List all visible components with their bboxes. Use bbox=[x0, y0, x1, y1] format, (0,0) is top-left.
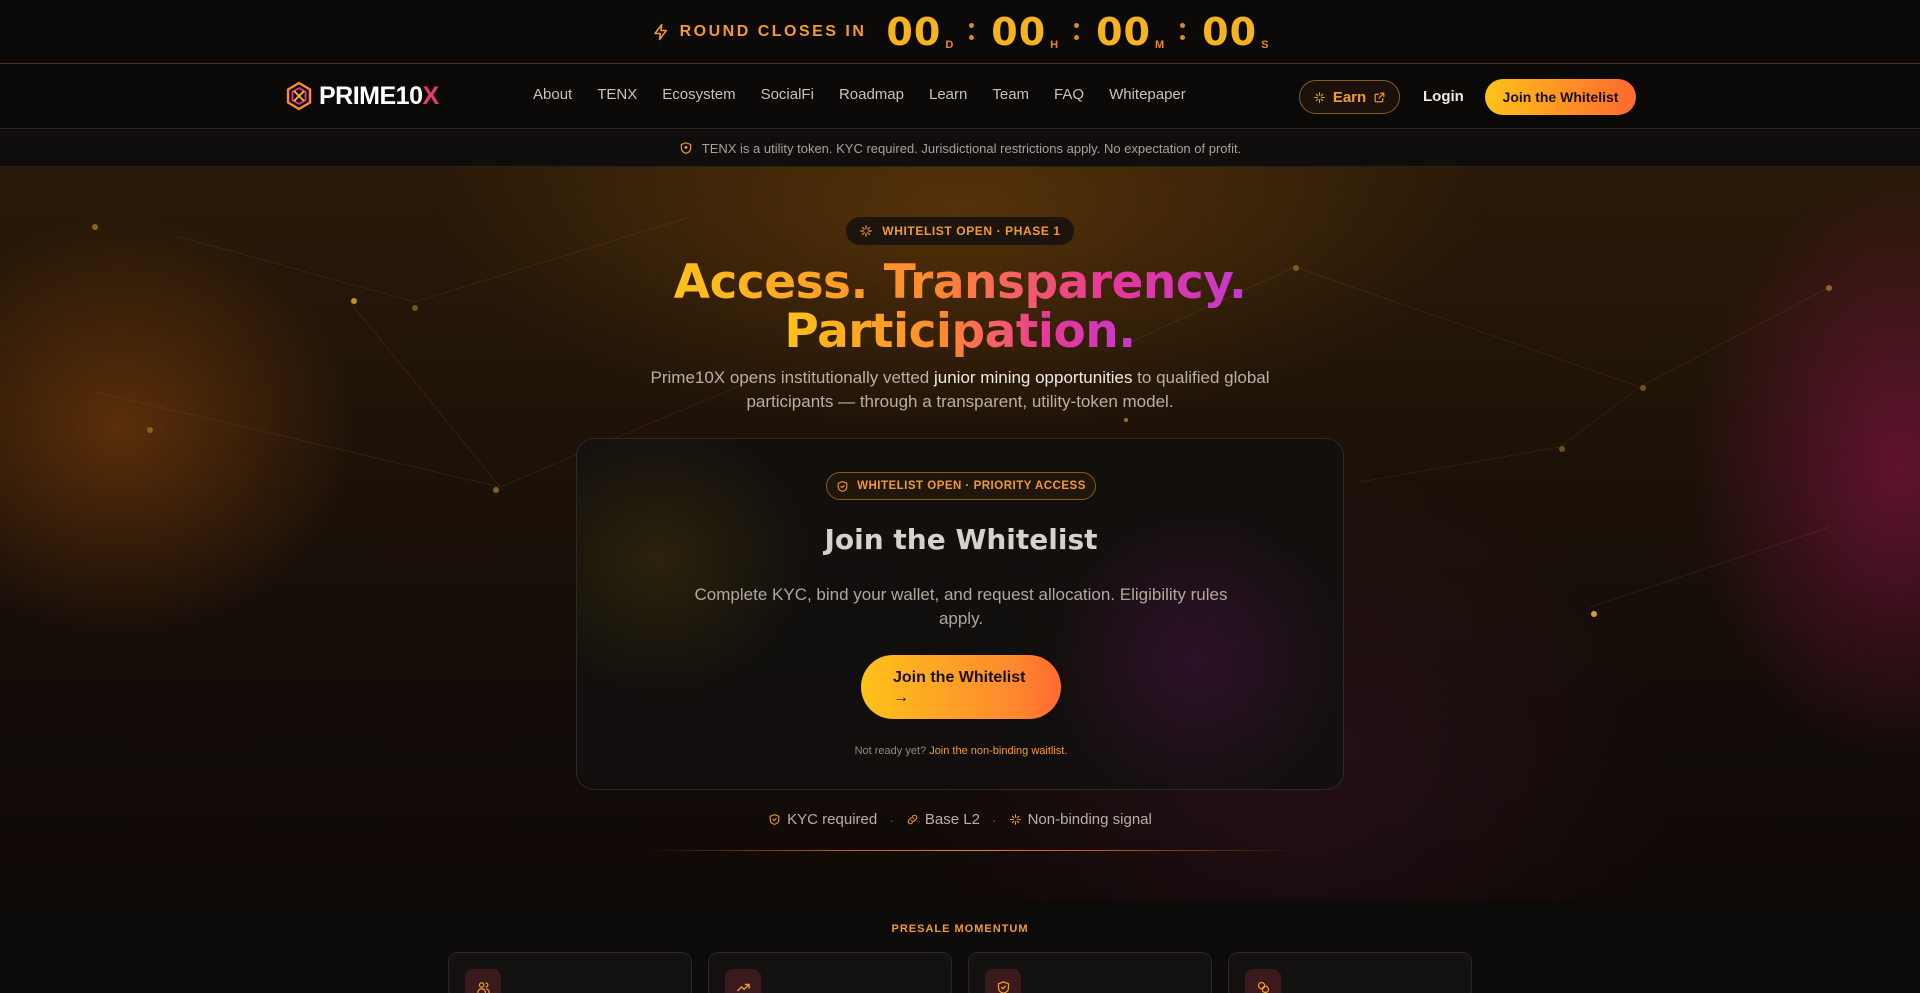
sparkle-icon bbox=[1009, 814, 1021, 825]
whitelist-card: WHITELIST OPEN · PRIORITY ACCESS Join th… bbox=[576, 438, 1344, 790]
nav-link-roadmap[interactable]: Roadmap bbox=[839, 86, 904, 103]
join-whitelist-button[interactable]: Join the Whitelist → bbox=[861, 655, 1061, 719]
countdown-days-suffix: D bbox=[945, 38, 954, 51]
disclaimer-bar: TENX is a utility token. KYC required. J… bbox=[0, 130, 1920, 167]
trust-item-kyc-label: KYC required bbox=[787, 811, 878, 828]
shield-check-icon bbox=[837, 480, 848, 492]
countdown-separator bbox=[1180, 23, 1186, 40]
countdown-seconds-suffix: S bbox=[1261, 38, 1269, 51]
join-whitelist-nav-button[interactable]: Join the Whitelist bbox=[1485, 79, 1636, 115]
presale-momentum-section: PRESALE MOMENTUM bbox=[0, 900, 1920, 993]
waitlist-link[interactable]: Join the non-binding waitlist. bbox=[929, 745, 1067, 757]
shield-icon bbox=[680, 142, 691, 154]
countdown-days-value: 00 bbox=[886, 9, 942, 54]
nav-link-about[interactable]: About bbox=[533, 86, 572, 103]
nav-link-faq[interactable]: FAQ bbox=[1054, 86, 1084, 103]
hero-section: WHITELIST OPEN · PHASE 1 Access. Transpa… bbox=[0, 167, 1920, 900]
trust-separator: · bbox=[889, 811, 894, 828]
coins-icon bbox=[1245, 969, 1281, 993]
hero-headline-line2: Participation. bbox=[0, 308, 1920, 355]
nav-link-ecosystem[interactable]: Ecosystem bbox=[662, 86, 735, 103]
countdown-bar: ROUND CLOSES IN 00 D 00 H 00 M 00 S bbox=[0, 0, 1920, 64]
sparkle-icon bbox=[1313, 91, 1325, 103]
earn-button[interactable]: Earn bbox=[1299, 80, 1400, 114]
join-whitelist-button-label: Join the Whitelist bbox=[893, 669, 1026, 686]
countdown-label: ROUND CLOSES IN bbox=[652, 23, 867, 41]
countdown-seconds-value: 00 bbox=[1202, 9, 1258, 54]
shield-check-icon bbox=[985, 969, 1021, 993]
priority-access-badge: WHITELIST OPEN · PRIORITY ACCESS bbox=[826, 472, 1096, 500]
nav-links: About TENX Ecosystem SocialFi Roadmap Le… bbox=[533, 86, 1211, 103]
stat-card bbox=[968, 952, 1212, 993]
countdown-separator bbox=[1074, 23, 1080, 40]
trust-item-signal-label: Non-binding signal bbox=[1027, 811, 1152, 828]
logo-text: PRIME10X bbox=[319, 82, 439, 111]
trust-item-base: Base L2 bbox=[906, 811, 980, 828]
hero-headline-line1: Access. Transparency. bbox=[0, 259, 1920, 306]
card-title: Join the Whitelist bbox=[824, 523, 1098, 556]
card-description: Complete KYC, bind your wallet, and requ… bbox=[694, 585, 1228, 628]
countdown-label-text: ROUND CLOSES IN bbox=[679, 22, 867, 40]
shield-check-icon bbox=[769, 814, 780, 825]
nav-link-tenx[interactable]: TENX bbox=[597, 86, 637, 103]
hero-headline-line1-text: Access. Transparency. bbox=[673, 255, 1247, 310]
external-link-icon bbox=[1374, 92, 1385, 102]
login-button[interactable]: Login bbox=[1423, 88, 1464, 105]
priority-access-badge-text: WHITELIST OPEN · PRIORITY ACCESS bbox=[857, 480, 1086, 492]
nav-link-team[interactable]: Team bbox=[992, 86, 1029, 103]
phase-pill-text: WHITELIST OPEN · PHASE 1 bbox=[882, 224, 1061, 238]
stat-card bbox=[708, 952, 952, 993]
countdown-minutes: 00 M bbox=[1096, 13, 1164, 51]
waitlist-note-prefix: Not ready yet? bbox=[854, 745, 930, 757]
phase-pill: WHITELIST OPEN · PHASE 1 bbox=[846, 217, 1074, 245]
nav-link-socialfi[interactable]: SocialFi bbox=[761, 86, 814, 103]
trust-separator: · bbox=[991, 811, 997, 828]
countdown-hours: 00 H bbox=[991, 13, 1058, 51]
logo-text-x: X bbox=[422, 81, 439, 110]
countdown-hours-suffix: H bbox=[1050, 38, 1059, 51]
lightning-icon bbox=[653, 23, 667, 40]
sparkle-icon bbox=[860, 225, 873, 237]
users-icon bbox=[465, 969, 501, 993]
nav-link-learn[interactable]: Learn bbox=[929, 86, 967, 103]
trust-item-base-label: Base L2 bbox=[924, 811, 980, 828]
top-nav: PRIME10X About TENX Ecosystem SocialFi R… bbox=[0, 64, 1920, 129]
hero-subtitle-highlight: junior mining opportunities bbox=[934, 368, 1133, 387]
countdown-hours-value: 00 bbox=[991, 9, 1047, 54]
countdown-units: 00 D 00 H 00 M 00 S bbox=[886, 13, 1268, 51]
stat-card bbox=[1228, 952, 1472, 993]
link-icon bbox=[907, 814, 918, 825]
hero-subtitle: Prime10X opens institutionally vetted ju… bbox=[640, 366, 1280, 414]
countdown-minutes-suffix: M bbox=[1155, 38, 1165, 51]
earn-button-label: Earn bbox=[1332, 88, 1367, 106]
trust-item-kyc: KYC required bbox=[768, 811, 877, 828]
countdown-days: 00 D bbox=[886, 13, 953, 51]
trending-up-icon bbox=[725, 969, 761, 993]
trust-item-signal: Non-binding signal bbox=[1009, 811, 1152, 828]
hero-subtitle-part1: Prime10X opens institutionally vetted bbox=[650, 368, 934, 387]
logo-mark-icon bbox=[286, 81, 312, 111]
countdown-separator bbox=[969, 23, 975, 40]
nav-link-whitepaper[interactable]: Whitepaper bbox=[1109, 86, 1186, 103]
logo-text-main: PRIME10 bbox=[319, 81, 423, 110]
logo[interactable]: PRIME10X bbox=[283, 80, 439, 112]
countdown-seconds: 00 S bbox=[1202, 13, 1268, 51]
trust-row: KYC required · Base L2 · Non-binding sig… bbox=[0, 811, 1920, 828]
waitlist-note: Not ready yet? Join the non-binding wait… bbox=[577, 745, 1345, 757]
arrow-right-icon: → bbox=[893, 689, 909, 706]
momentum-label: PRESALE MOMENTUM bbox=[891, 923, 1029, 935]
divider-line bbox=[648, 850, 1296, 851]
countdown-minutes-value: 00 bbox=[1096, 9, 1151, 54]
hero-headline-line2-text: Participation. bbox=[784, 304, 1136, 359]
disclaimer-text: TENX is a utility token. KYC required. J… bbox=[701, 140, 1242, 156]
stat-card bbox=[448, 952, 692, 993]
